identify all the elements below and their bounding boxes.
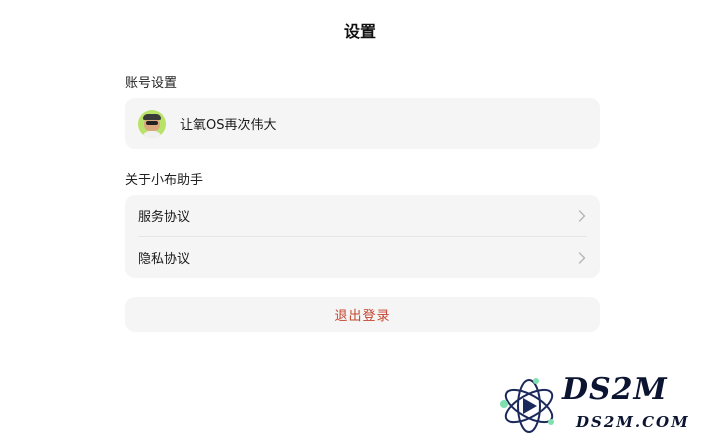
watermark-text: DS2M: [562, 372, 668, 407]
watermark-logo: DS2M DS2M.COM: [496, 372, 716, 438]
logout-button[interactable]: 退出登录: [125, 297, 600, 332]
avatar-icon: [138, 109, 166, 138]
page-title: 设置: [343, 22, 376, 41]
account-section-label: 账号设置: [125, 76, 178, 91]
watermark-subtext: DS2M.COM: [576, 413, 690, 431]
chevron-right-icon: [578, 252, 586, 264]
account-card[interactable]: 让氧OS再次伟大: [125, 98, 600, 149]
privacy-agreement-label: 隐私协议: [138, 252, 191, 267]
privacy-agreement-item[interactable]: 隐私协议: [125, 237, 600, 278]
account-name: 让氧OS再次伟大: [180, 118, 277, 133]
service-agreement-label: 服务协议: [138, 210, 191, 225]
service-agreement-item[interactable]: 服务协议: [125, 195, 600, 236]
about-section-label: 关于小布助手: [125, 173, 204, 188]
chevron-right-icon: [578, 210, 586, 222]
about-card: 服务协议 隐私协议: [125, 195, 600, 278]
atom-logo-icon: [500, 378, 554, 433]
settings-page: 设置 账号设置 让氧OS再次伟大 关于小布助手 服务协议 隐私协议 退出登录 D…: [0, 0, 720, 440]
